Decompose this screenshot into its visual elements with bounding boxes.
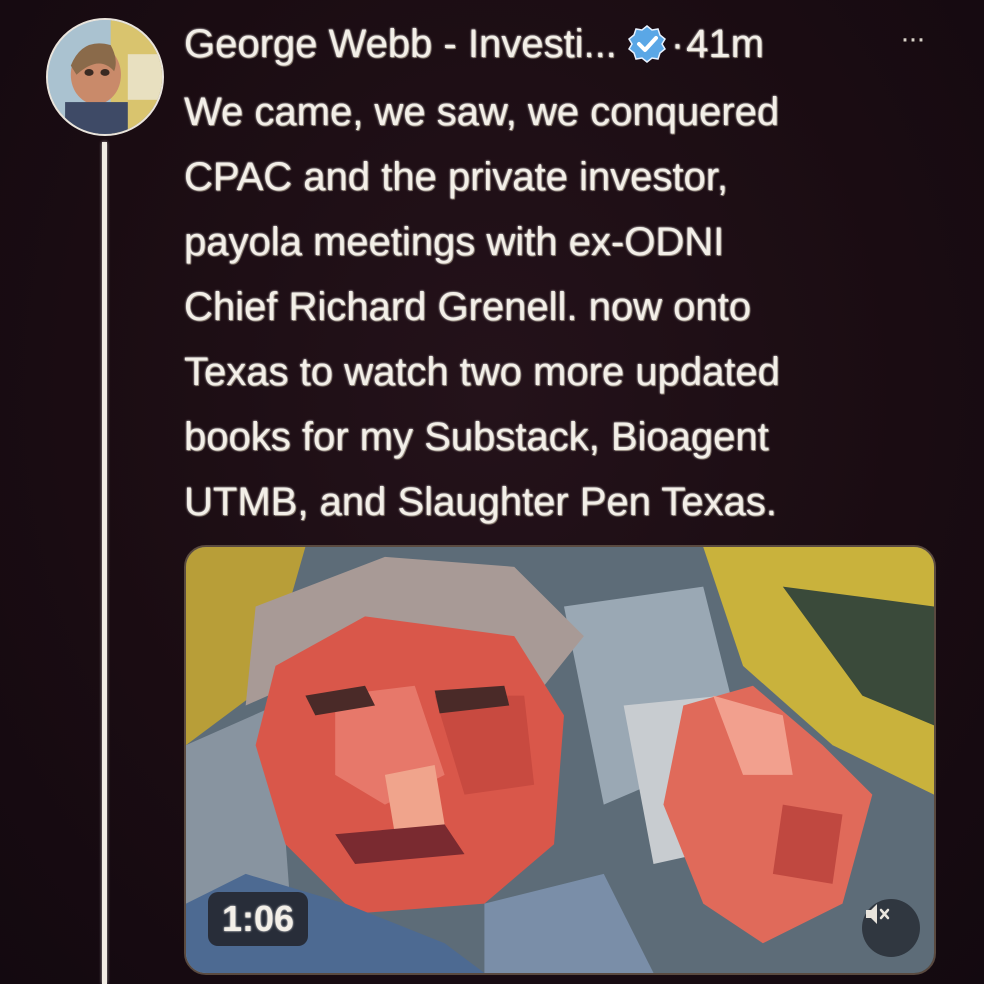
tweet-timestamp[interactable]: 41m: [686, 22, 764, 67]
video-duration-badge: 1:06: [208, 892, 309, 946]
tweet-text: We came, we saw, we conquered CPAC and t…: [184, 80, 944, 535]
video-player[interactable]: 1:06: [184, 545, 936, 975]
tweet-text-line: payola meetings with ex-ODNI: [184, 220, 725, 264]
tweet-text-line: We came, we saw, we conquered: [184, 90, 780, 134]
thread-connector-line: [102, 142, 107, 984]
verified-badge-icon: [627, 24, 667, 64]
speaker-muted-icon[interactable]: [862, 899, 920, 957]
avatar-portrait-image: [48, 20, 162, 134]
tweet-text-line: Texas to watch two more updated: [184, 350, 780, 394]
tweet-card[interactable]: George Webb - Investi... · 41m ··· We ca…: [0, 0, 984, 984]
tweet-text-line: CPAC and the private investor,: [184, 155, 728, 199]
author-avatar[interactable]: [46, 18, 164, 136]
tweet-text-line: books for my Substack, Bioagent: [184, 415, 769, 459]
header-separator: ·: [670, 21, 685, 66]
tweet-header: George Webb - Investi... · 41m: [184, 16, 764, 72]
author-name[interactable]: George Webb - Investi...: [184, 22, 617, 67]
more-options-icon[interactable]: ···: [900, 24, 940, 54]
tweet-text-line: UTMB, and Slaughter Pen Texas.: [184, 480, 777, 524]
tweet-text-line: Chief Richard Grenell. now onto: [184, 285, 751, 329]
